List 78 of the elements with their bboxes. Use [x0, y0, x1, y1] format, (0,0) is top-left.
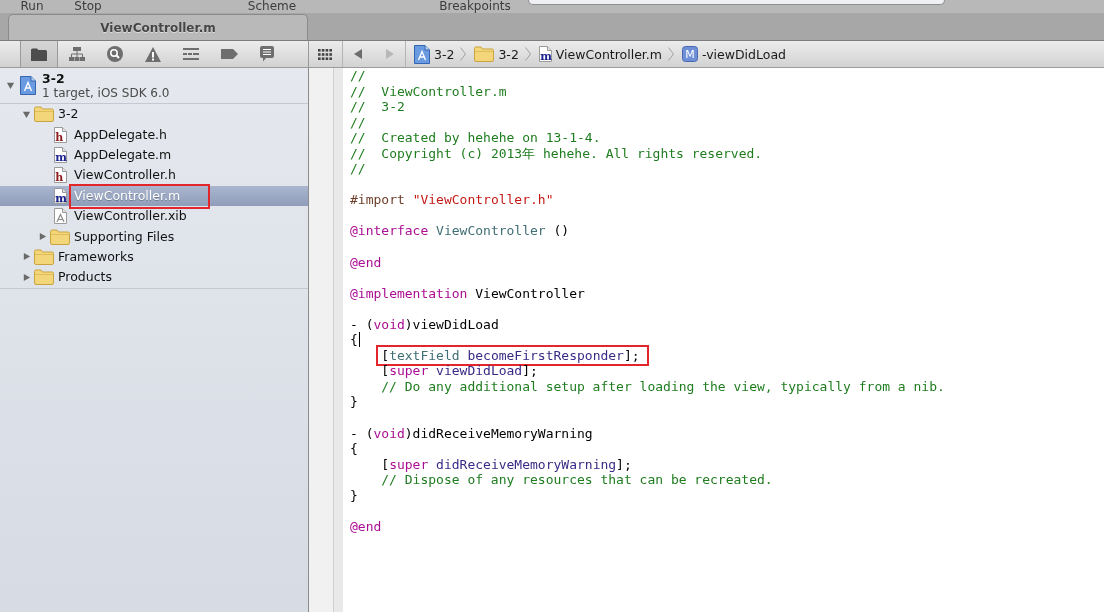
tree-item[interactable]: h ViewController.h	[0, 165, 308, 186]
toolbar-label[interactable]: Stop	[74, 0, 102, 13]
warning-icon	[145, 46, 161, 62]
disclosure-triangle[interactable]	[22, 109, 31, 119]
speech-bubble-icon	[260, 46, 274, 62]
method-icon: M	[682, 46, 698, 62]
hierarchy-icon	[69, 47, 85, 61]
chevron-icon	[668, 47, 674, 61]
document-icon	[53, 208, 67, 225]
grid-icon	[318, 48, 332, 60]
code-line: - (void)didReceiveMemoryWarning	[350, 425, 593, 441]
breadcrumb-item[interactable]: m ViewController.m	[538, 46, 662, 62]
toolbar-label[interactable]: Breakpoints	[439, 0, 511, 13]
folder-icon	[34, 248, 54, 265]
navigator-tab[interactable]	[20, 41, 58, 67]
right-arrow-icon	[386, 49, 394, 59]
tag-icon	[220, 49, 238, 59]
tree-item[interactable]: Products	[0, 267, 308, 288]
code-line: // Created by hehehe on 13-1-4.	[350, 130, 601, 146]
document-tab[interactable]: ViewController.m	[8, 14, 308, 40]
project-name: 3-2	[42, 71, 66, 86]
project-icon	[414, 44, 430, 64]
left-arrow-icon	[354, 49, 362, 59]
project-subtitle: 1 target, iOS SDK 6.0	[42, 85, 170, 100]
tree-item[interactable]: m ViewController.m	[0, 185, 308, 206]
folder-icon	[31, 47, 47, 61]
disclosure-triangle[interactable]	[6, 81, 15, 90]
project-icon	[20, 76, 36, 95]
tree-item[interactable]: m AppDelegate.m	[0, 144, 308, 166]
chevron-icon	[460, 47, 467, 61]
list-icon	[183, 48, 199, 60]
code-line: [textField becomeFirstResponder];	[381, 347, 640, 363]
breadcrumb-item[interactable]: 3-2	[474, 46, 519, 62]
code-line: #import "ViewController.h"	[350, 192, 554, 208]
file-icon: h	[53, 167, 67, 184]
toolbar-label[interactable]: Scheme	[247, 0, 297, 13]
file-icon: m	[53, 187, 67, 204]
breadcrumb-item[interactable]: 3-2	[414, 44, 455, 64]
disclosure-triangle[interactable]	[38, 232, 47, 242]
code-line: // ViewController.m	[350, 83, 507, 99]
tree-item[interactable]: h AppDelegate.h	[0, 124, 308, 145]
code-line: }	[350, 487, 358, 503]
code-line: {	[350, 441, 358, 457]
code-line: @end	[350, 518, 382, 534]
text-cursor	[358, 332, 360, 348]
tree-item[interactable]: 3-2 1 target, iOS SDK 6.0	[0, 68, 308, 104]
disclosure-triangle[interactable]	[22, 252, 31, 262]
folder-icon	[50, 228, 70, 245]
folder-icon	[34, 106, 54, 123]
file-icon: m	[53, 146, 67, 163]
code-line: // Do any additional setup after loading the view, typically from a nib.	[381, 378, 945, 394]
code-line: //	[350, 161, 366, 177]
code-line: - (void)viewDidLoad	[350, 316, 499, 332]
code-line: // 3-2	[350, 99, 405, 115]
code-line: //	[350, 114, 366, 130]
file-icon: m	[538, 46, 552, 62]
folder-icon	[34, 269, 54, 286]
disclosure-triangle[interactable]	[22, 272, 31, 282]
folder-icon	[474, 46, 495, 62]
toolbar-label[interactable]: Run	[20, 0, 44, 13]
tree-item[interactable]: Supporting Files	[0, 226, 308, 247]
code-line: @end	[350, 254, 382, 270]
file-icon: h	[53, 126, 67, 143]
breadcrumb-item[interactable]: M -viewDidLoad	[682, 46, 786, 62]
code-line: [super didReceiveMemoryWarning];	[381, 456, 632, 472]
search-icon	[107, 46, 123, 62]
code-line: @implementation ViewController	[350, 285, 585, 301]
code-line: @interface ViewController ()	[350, 223, 570, 239]
tree-item[interactable]: Frameworks	[0, 246, 308, 268]
code-line: }	[350, 394, 358, 410]
code-line: //	[350, 68, 366, 83]
code-line: // Copyright (c) 2013年 hehehe. All rights reserved.	[350, 145, 763, 161]
tree-item[interactable]: 3-2	[0, 104, 308, 125]
code-line: // Dispose of any resources that can be recreated.	[381, 472, 773, 488]
chevron-icon	[524, 47, 531, 61]
code-line: {	[350, 332, 358, 348]
tree-item[interactable]: ViewController.xib	[0, 205, 308, 227]
code-line: [super viewDidLoad];	[381, 363, 538, 379]
